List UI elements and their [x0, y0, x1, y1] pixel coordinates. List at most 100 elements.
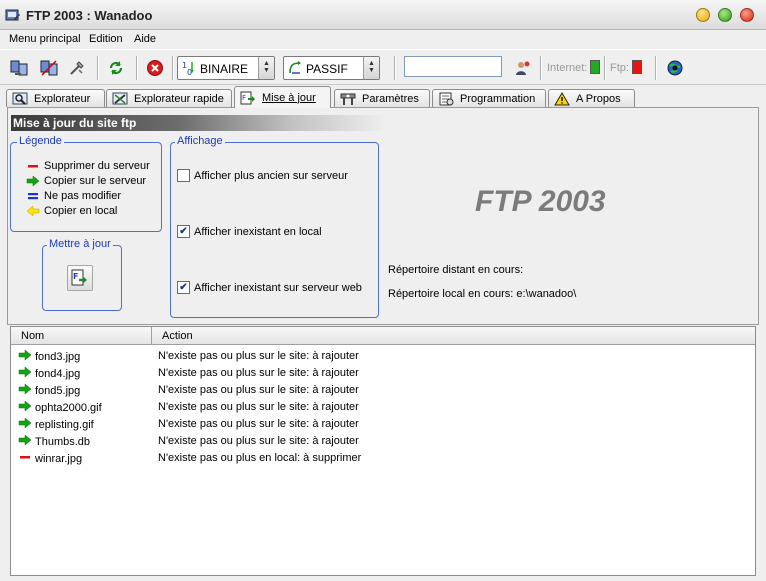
internet-status-indicator	[590, 60, 600, 74]
table-row[interactable]: winrar.jpg N'existe pas ou plus en local:…	[11, 449, 755, 466]
menu-main[interactable]: Menu principal	[9, 33, 81, 45]
remote-dir-label: Répertoire distant en cours:	[388, 264, 524, 276]
tab-programmation[interactable]: Programmation	[432, 89, 546, 107]
refresh-icon[interactable]	[107, 59, 125, 77]
table-row[interactable]: ophta2000.gif N'existe pas ou plus sur le…	[11, 398, 755, 415]
legend-title: Légende	[17, 135, 64, 147]
file-action: N'existe pas ou plus sur le site: à rajo…	[158, 435, 359, 447]
minimize-button[interactable]	[696, 8, 710, 22]
svg-text:F: F	[73, 272, 78, 281]
file-action: N'existe pas ou plus sur le site: à rajo…	[158, 401, 359, 413]
legend-label: Copier sur le serveur	[44, 175, 147, 187]
table-row[interactable]: replisting.gif N'existe pas ou plus sur l…	[11, 415, 755, 432]
green-arrow-right-icon	[18, 349, 32, 364]
tab-mise-a-jour[interactable]: F Mise à jour	[234, 86, 331, 108]
update-icon: F	[71, 269, 87, 286]
legend-label: Copier en local	[44, 205, 118, 217]
svg-text:F: F	[242, 94, 246, 102]
title-bar[interactable]: FTP 2003 : Wanadoo	[0, 0, 766, 30]
yellow-arrow-left-icon	[26, 205, 40, 217]
close-button[interactable]	[740, 8, 754, 22]
table-row[interactable]: Thumbs.db N'existe pas ou plus sur le sit…	[11, 432, 755, 449]
legend-item: Supprimer du serveur	[26, 160, 150, 172]
tab-parametres[interactable]: Paramètres	[334, 89, 430, 107]
tab-label: Programmation	[460, 92, 536, 105]
file-action: N'existe pas ou plus sur le site: à rajo…	[158, 367, 359, 379]
section-title: Mise à jour du site ftp	[11, 115, 386, 131]
connect-icon[interactable]	[10, 59, 28, 77]
red-dash-icon	[18, 451, 32, 466]
connection-mode-value: PASSIF	[306, 62, 348, 76]
tab-label: A Propos	[576, 92, 621, 105]
table-row[interactable]: fond4.jpg N'existe pas ou plus sur le sit…	[11, 364, 755, 381]
file-name: fond3.jpg	[35, 350, 81, 363]
ftp-status-indicator	[632, 60, 642, 74]
toolbar-separator	[655, 56, 657, 80]
local-dir-label: Répertoire local en cours: e:\wanadoo\	[388, 288, 577, 300]
legend-item: Copier sur le serveur	[26, 175, 146, 187]
option-missing-web[interactable]: ✔ Afficher inexistant sur serveur web	[177, 281, 362, 294]
dropdown-arrow-icon[interactable]: ▲ ▼	[258, 57, 274, 79]
file-name: ophta2000.gif	[35, 401, 102, 414]
menu-bar: Menu principal Edition Aide	[0, 30, 766, 48]
tab-label: Paramètres	[362, 92, 419, 105]
update-group: Mettre à jour F	[42, 238, 122, 311]
table-row[interactable]: fond3.jpg N'existe pas ou plus sur le sit…	[11, 347, 755, 364]
green-arrow-right-icon	[18, 366, 32, 381]
update-button[interactable]: F	[67, 265, 93, 291]
legend-label: Ne pas modifier	[44, 190, 122, 202]
checkbox[interactable]: ✔	[177, 281, 190, 294]
quick-explorer-icon	[112, 92, 128, 106]
tab-explorateur[interactable]: Explorateur	[6, 89, 105, 107]
server-input[interactable]	[404, 56, 502, 77]
update-icon: F	[240, 91, 256, 105]
checkbox[interactable]	[177, 169, 190, 182]
warning-icon	[554, 91, 570, 106]
dropdown-arrow-icon[interactable]: ▲ ▼	[363, 57, 379, 79]
connection-mode-select[interactable]: PASSIF ▲ ▼	[283, 56, 380, 80]
file-action: N'existe pas ou plus sur le site: à rajo…	[158, 350, 359, 362]
stop-icon[interactable]	[146, 59, 164, 77]
option-label: Afficher plus ancien sur serveur	[194, 169, 348, 182]
file-name: winrar.jpg	[35, 452, 83, 465]
disconnect-icon[interactable]	[40, 59, 58, 77]
transfer-mode-value: BINAIRE	[200, 62, 249, 76]
tab-explorateur-rapide[interactable]: Explorateur rapide	[106, 89, 232, 107]
toolbar-separator	[604, 56, 606, 80]
file-action: N'existe pas ou plus sur le site: à rajo…	[158, 418, 359, 430]
tools-icon[interactable]	[68, 59, 86, 77]
file-name-cell: fond3.jpg	[18, 349, 80, 364]
app-icon	[5, 7, 21, 23]
toolbar-separator	[540, 56, 542, 80]
file-action: N'existe pas ou plus en local: à supprim…	[158, 452, 362, 464]
internet-status-label: Internet:	[547, 62, 588, 74]
globe-icon[interactable]	[666, 59, 684, 77]
toolbar-separator	[97, 56, 99, 80]
menu-help[interactable]: Aide	[134, 33, 156, 45]
option-missing-local[interactable]: ✔ Afficher inexistant en local	[177, 225, 322, 238]
users-icon[interactable]	[514, 59, 532, 77]
brand-title: FTP 2003	[475, 185, 606, 218]
toolbar-separator	[136, 56, 138, 80]
transfer-mode-select[interactable]: 10 BINAIRE ▲ ▼	[177, 56, 275, 80]
settings-icon	[340, 92, 356, 106]
window-title: FTP 2003 : Wanadoo	[26, 8, 153, 23]
file-name-cell: replisting.gif	[18, 417, 94, 432]
column-header-name[interactable]: Nom	[11, 327, 152, 345]
checkbox[interactable]: ✔	[177, 225, 190, 238]
table-row[interactable]: fond5.jpg N'existe pas ou plus sur le sit…	[11, 381, 755, 398]
toolbar: 10 BINAIRE ▲ ▼ PASSIF ▲ ▼ Internet: Ftp:	[0, 49, 766, 85]
file-list[interactable]: Nom Action fond3.jpg N'existe pas ou plus…	[10, 326, 756, 576]
menu-edition[interactable]: Edition	[89, 33, 123, 45]
tab-a-propos[interactable]: A Propos	[548, 89, 635, 107]
file-name-cell: fond5.jpg	[18, 383, 80, 398]
file-name: replisting.gif	[35, 418, 94, 431]
column-header-action[interactable]: Action	[152, 327, 755, 345]
file-name: fond4.jpg	[35, 367, 81, 380]
maximize-button[interactable]	[718, 8, 732, 22]
update-title: Mettre à jour	[47, 238, 113, 250]
legend-item: Copier en local	[26, 205, 117, 217]
green-arrow-right-icon	[26, 175, 40, 187]
file-name: Thumbs.db	[35, 435, 91, 448]
option-older-on-server[interactable]: Afficher plus ancien sur serveur	[177, 169, 348, 182]
